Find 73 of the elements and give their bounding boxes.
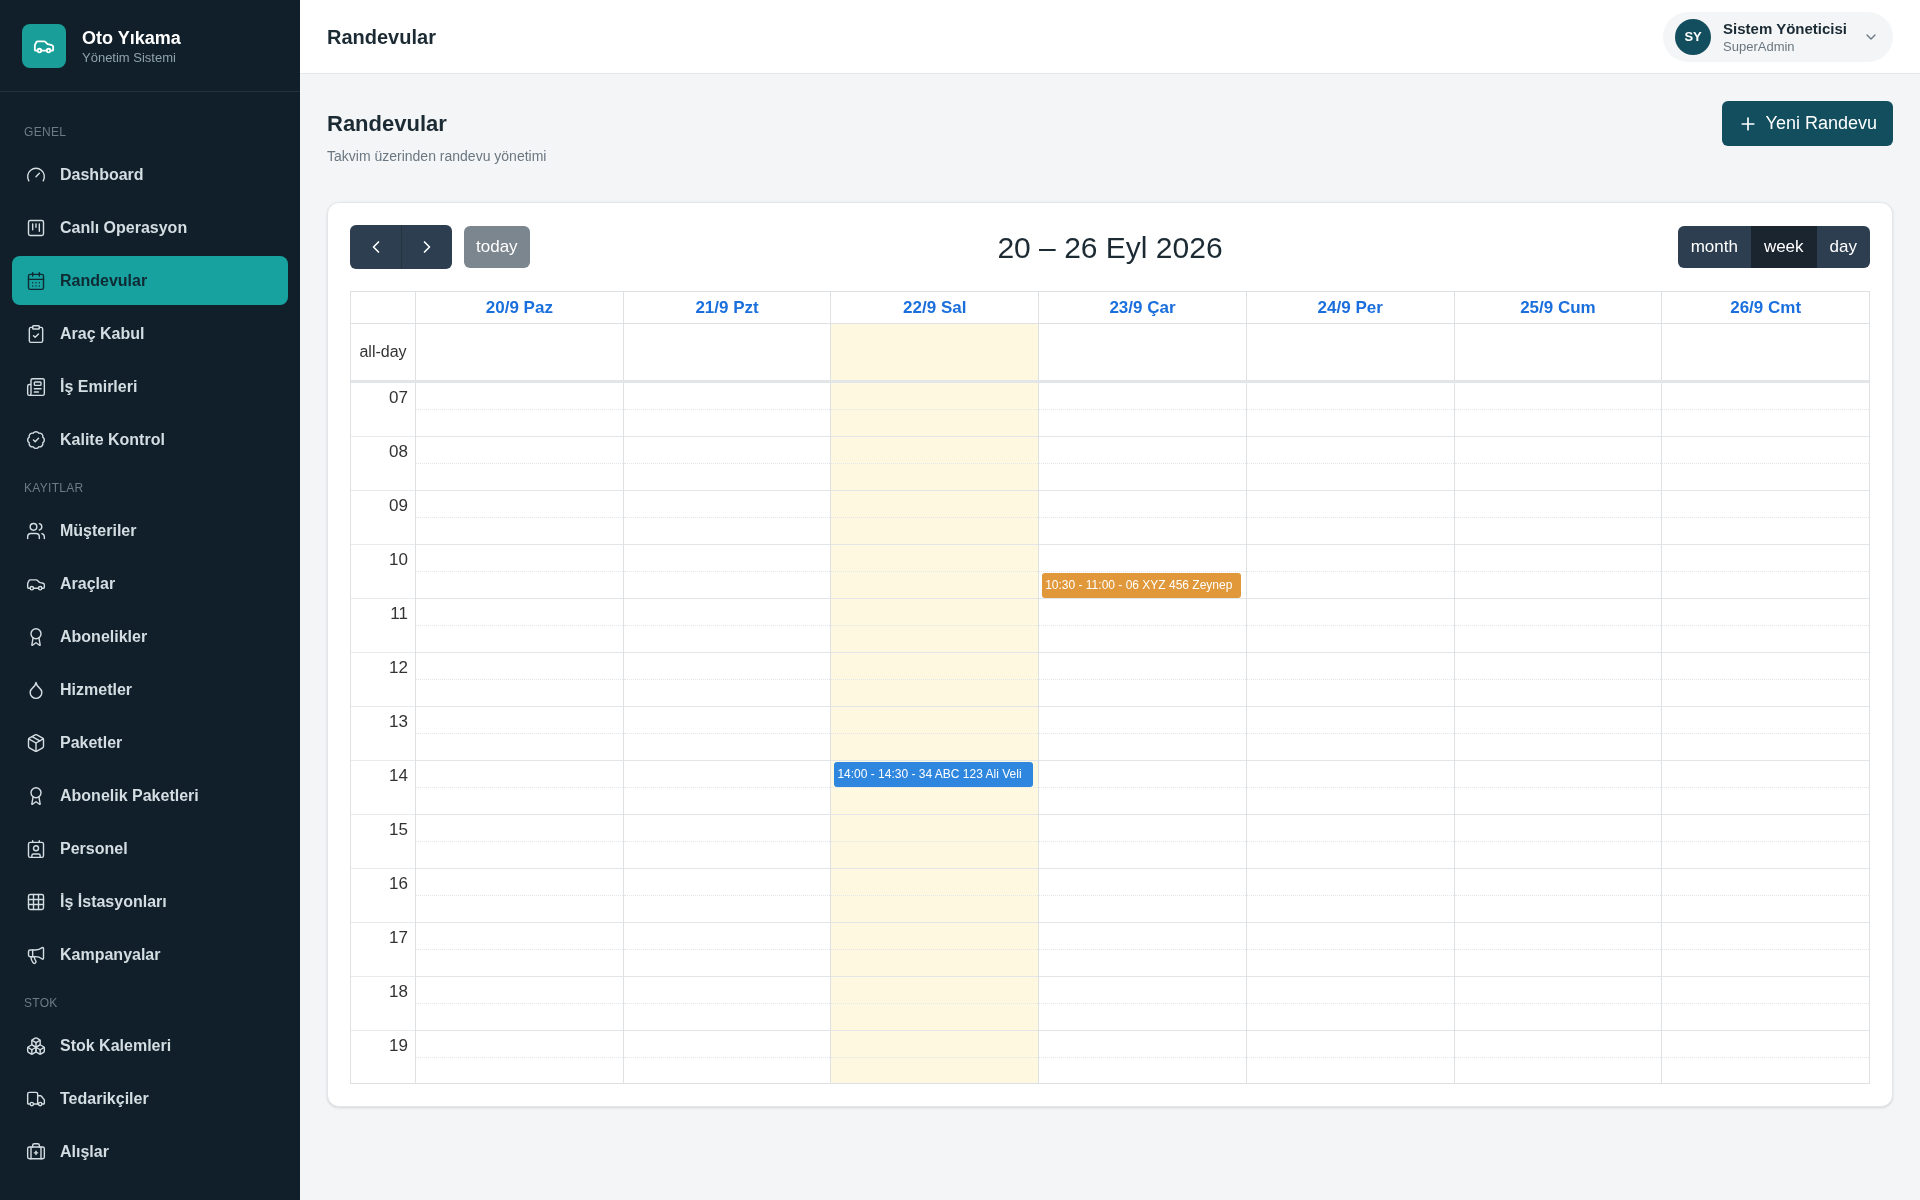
- sidebar-item[interactable]: İş Emirleri: [12, 362, 288, 411]
- view-tab[interactable]: day: [1816, 226, 1870, 268]
- hour-label: 19: [389, 1035, 408, 1057]
- board-icon: [26, 217, 46, 238]
- users-icon: [26, 520, 46, 541]
- day-header: 21/9 Pzt: [622, 292, 831, 323]
- sidebar-item[interactable]: İş İstasyonları: [12, 877, 288, 926]
- day-header: 22/9 Sal: [830, 292, 1039, 323]
- sidebar-item[interactable]: Tedarikçiler: [12, 1074, 288, 1123]
- section-label: GENEL: [23, 124, 68, 141]
- user-avatar: SY: [1675, 18, 1712, 55]
- view-tab[interactable]: week: [1750, 226, 1817, 268]
- day-header: 25/9 Cum: [1453, 292, 1662, 323]
- sidebar-item[interactable]: Müşteriler: [12, 506, 288, 555]
- sidebar-item[interactable]: Canlı Operasyon: [12, 203, 288, 252]
- sidebar-item[interactable]: Alışlar: [12, 1127, 288, 1176]
- sidebar-item[interactable]: Abonelikler: [12, 612, 288, 661]
- clipboard-check-icon: [26, 323, 46, 344]
- calendar-title: 20 – 26 Eyl 2026: [997, 229, 1223, 266]
- sidebar-item[interactable]: Randevular: [12, 256, 288, 305]
- sidebar-item[interactable]: Paketler: [12, 718, 288, 767]
- new-appointment-button[interactable]: Yeni Randevu: [1721, 101, 1893, 146]
- hour-label: 07: [389, 387, 408, 409]
- boxes-icon: [26, 1035, 46, 1056]
- hour-label: 14: [389, 765, 408, 787]
- hour-label: 17: [389, 927, 408, 949]
- sidebar-item[interactable]: Araç Kabul: [12, 309, 288, 358]
- all-day-label: all-day: [359, 342, 407, 362]
- hour-label: 09: [389, 495, 408, 517]
- sidebar-item[interactable]: Personel: [12, 824, 288, 873]
- user-role: SuperAdmin: [1723, 38, 1796, 55]
- droplet-icon: [26, 679, 46, 700]
- view-tab[interactable]: month: [1677, 226, 1751, 268]
- id-card-icon: [26, 838, 46, 859]
- day-header: 24/9 Per: [1245, 292, 1454, 323]
- sidebar-item[interactable]: Kampanyalar: [12, 930, 288, 979]
- logo-icon: [22, 23, 66, 68]
- next-button[interactable]: [401, 225, 452, 269]
- brand-title: Oto Yıkama: [82, 26, 181, 50]
- section-label: STOK: [23, 995, 59, 1012]
- page-subtitle: Takvim üzerinden randevu yönetimi: [327, 147, 547, 166]
- sidebar-item[interactable]: Kalite Kontrol: [12, 415, 288, 464]
- user-name: Sistem Yöneticisi: [1723, 18, 1847, 39]
- day-header: 26/9 Cmt: [1661, 292, 1869, 323]
- previous-button[interactable]: [350, 225, 401, 269]
- sidebar-item[interactable]: Dashboard: [12, 150, 288, 199]
- hour-label: 08: [389, 441, 408, 463]
- megaphone-icon: [26, 944, 46, 965]
- section-label: KAYITLAR: [23, 480, 85, 497]
- day-header: 20/9 Paz: [415, 292, 623, 323]
- today-button[interactable]: today: [464, 226, 530, 268]
- hour-label: 12: [389, 657, 408, 679]
- page-title: Randevular: [327, 110, 448, 138]
- grid-icon: [26, 891, 46, 912]
- hour-label: 16: [389, 873, 408, 895]
- sidebar-item[interactable]: Araçlar: [12, 559, 288, 608]
- sidebar-item[interactable]: Stok Kalemleri: [12, 1021, 288, 1070]
- badge-check-icon: [26, 429, 46, 450]
- user-menu[interactable]: SY Sistem Yöneticisi SuperAdmin: [1663, 11, 1893, 62]
- hour-label: 11: [390, 603, 408, 625]
- brand-subtitle: Yönetim Sistemi: [82, 49, 177, 66]
- hour-label: 15: [389, 819, 408, 841]
- calendar-icon: [26, 270, 46, 291]
- hour-label: 13: [389, 711, 408, 733]
- sidebar-item[interactable]: Hizmetler: [12, 665, 288, 714]
- hour-label: 10: [389, 549, 408, 571]
- box-icon: [26, 732, 46, 753]
- appointment-event[interactable]: 14:00 - 14:30 - 34 ABC 123 Ali Veli: [834, 762, 1034, 787]
- hour-label: 18: [389, 981, 408, 1003]
- header-title: Randevular: [327, 24, 436, 50]
- sidebar-item[interactable]: Abonelik Paketleri: [12, 771, 288, 820]
- day-header: 23/9 Çar: [1038, 292, 1246, 323]
- case-plus-icon: [26, 1141, 46, 1162]
